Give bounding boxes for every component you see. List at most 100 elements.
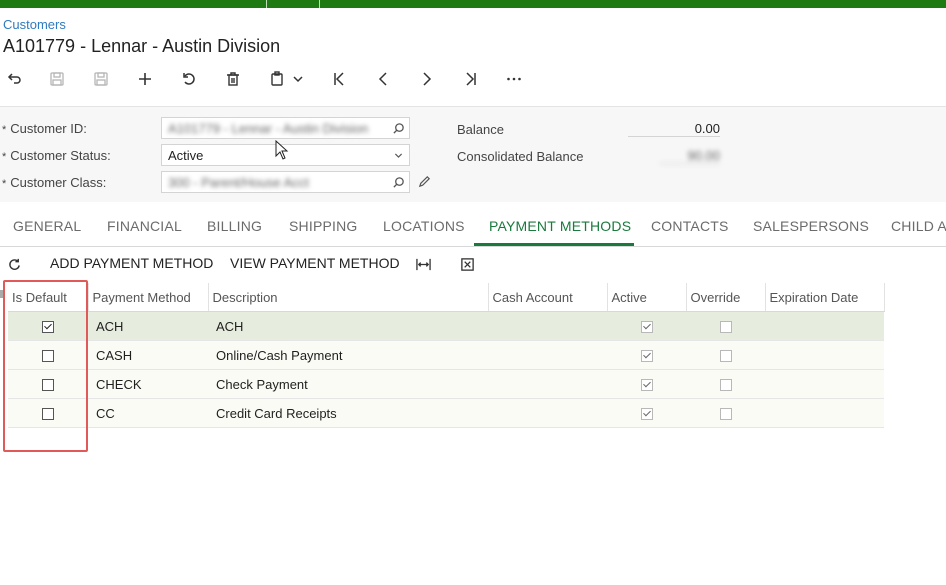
more-icon[interactable]	[501, 66, 527, 92]
override-checkbox[interactable]	[719, 379, 732, 392]
cash-account-cell[interactable]	[488, 311, 607, 341]
expiration-date-cell[interactable]	[765, 369, 884, 399]
is-default-checkbox[interactable]	[42, 321, 54, 334]
export-excel-icon[interactable]	[457, 254, 477, 274]
copy-paste-icon[interactable]	[264, 66, 290, 92]
top-header-bar	[0, 0, 946, 8]
expiration-date-cell[interactable]	[765, 398, 884, 428]
add-payment-method-button[interactable]: ADD PAYMENT METHOD	[50, 255, 213, 271]
prev-record-icon[interactable]	[370, 66, 396, 92]
expiration-date-cell[interactable]	[765, 311, 884, 341]
description-cell[interactable]: ACH	[208, 311, 488, 341]
is-default-checkbox[interactable]	[42, 350, 54, 363]
row-selector-marker	[0, 290, 3, 298]
cash-account-cell[interactable]	[488, 369, 607, 399]
refresh-icon[interactable]	[4, 254, 24, 274]
customer-class-field[interactable]: 300 - Parent/House Acct	[161, 171, 410, 193]
description-cell[interactable]: Credit Card Receipts	[208, 398, 488, 428]
grid-toolbar: ADD PAYMENT METHOD VIEW PAYMENT METHOD	[0, 248, 946, 282]
is-default-checkbox[interactable]	[42, 379, 54, 392]
column-header-active[interactable]: Active	[607, 283, 687, 312]
consolidated-balance-label: Consolidated Balance	[457, 149, 584, 164]
column-header-payment-method[interactable]: Payment Method	[88, 283, 209, 312]
active-checkbox[interactable]	[640, 350, 653, 363]
table-row[interactable]: CHECK Check Payment	[8, 369, 884, 399]
first-record-icon[interactable]	[326, 66, 352, 92]
fit-columns-icon[interactable]	[413, 254, 433, 274]
cash-account-cell[interactable]	[488, 398, 607, 428]
save-icon[interactable]	[44, 66, 70, 92]
column-header-expiration-date[interactable]: Expiration Date	[765, 283, 885, 312]
payment-methods-grid: Is Default Payment Method Description Ca…	[8, 283, 885, 428]
payment-method-cell[interactable]: CASH	[88, 340, 208, 370]
next-record-icon[interactable]	[414, 66, 440, 92]
tab-financial[interactable]: FINANCIAL	[107, 218, 182, 234]
column-header-override[interactable]: Override	[686, 283, 766, 312]
column-header-is-default[interactable]: Is Default	[8, 283, 89, 312]
mouse-cursor-icon	[275, 139, 289, 163]
is-default-checkbox[interactable]	[42, 408, 54, 421]
column-header-description[interactable]: Description	[208, 283, 489, 312]
customer-summary-form: * Customer ID: A101779 - Lennar - Austin …	[0, 106, 946, 202]
active-cell	[607, 311, 686, 341]
table-row[interactable]: CC Credit Card Receipts	[8, 398, 884, 428]
chevron-down-icon[interactable]	[389, 146, 407, 164]
tab-payment-methods[interactable]: PAYMENT METHODS	[489, 218, 631, 234]
customer-class-label: * Customer Class:	[2, 175, 107, 190]
tab-salespersons[interactable]: SALESPERSONS	[753, 218, 869, 234]
payment-method-cell[interactable]: ACH	[88, 311, 208, 341]
save-close-icon[interactable]	[88, 66, 114, 92]
payment-method-cell[interactable]: CC	[88, 398, 208, 428]
tab-shipping[interactable]: SHIPPING	[289, 218, 358, 234]
tab-locations[interactable]: LOCATIONS	[383, 218, 465, 234]
is-default-cell	[8, 398, 88, 428]
customer-id-field[interactable]: A101779 - Lennar - Austin Division	[161, 117, 410, 139]
consolidated-balance-value: 90.00	[660, 148, 720, 164]
grid-header-row: Is Default Payment Method Description Ca…	[8, 283, 885, 312]
tab-child-accounts[interactable]: CHILD AC	[891, 218, 946, 234]
override-cell	[686, 369, 765, 399]
tab-billing[interactable]: BILLING	[207, 218, 262, 234]
override-checkbox[interactable]	[719, 408, 732, 421]
payment-method-cell[interactable]: CHECK	[88, 369, 208, 399]
view-payment-method-button[interactable]: VIEW PAYMENT METHOD	[230, 255, 400, 271]
header-divider	[319, 0, 320, 8]
search-icon[interactable]	[389, 173, 407, 191]
active-checkbox[interactable]	[640, 408, 653, 421]
tab-strip: GENERAL FINANCIAL BILLING SHIPPING LOCAT…	[0, 212, 946, 247]
header-divider	[266, 0, 267, 8]
breadcrumb-customers[interactable]: Customers	[3, 17, 66, 32]
is-default-cell	[8, 340, 88, 370]
active-cell	[607, 369, 686, 399]
cash-account-cell[interactable]	[488, 340, 607, 370]
table-row[interactable]: CASH Online/Cash Payment	[8, 340, 884, 370]
override-checkbox[interactable]	[719, 350, 732, 363]
table-row[interactable]: ACH ACH	[8, 311, 884, 341]
tab-contacts[interactable]: CONTACTS	[651, 218, 729, 234]
active-tab-indicator	[474, 243, 634, 246]
tab-general[interactable]: GENERAL	[13, 218, 81, 234]
customer-status-value: Active	[168, 148, 204, 163]
expiration-date-cell[interactable]	[765, 340, 884, 370]
cancel-icon[interactable]	[176, 66, 202, 92]
customer-id-value: A101779 - Lennar - Austin Division	[168, 121, 369, 136]
customer-status-label: * Customer Status:	[2, 148, 111, 163]
description-cell[interactable]: Check Payment	[208, 369, 488, 399]
delete-icon[interactable]	[220, 66, 246, 92]
chevron-down-icon[interactable]	[288, 66, 308, 92]
description-cell[interactable]: Online/Cash Payment	[208, 340, 488, 370]
last-record-icon[interactable]	[458, 66, 484, 92]
add-icon[interactable]	[132, 66, 158, 92]
override-cell	[686, 398, 765, 428]
is-default-cell	[8, 369, 88, 399]
edit-pencil-icon[interactable]	[417, 174, 433, 190]
active-checkbox[interactable]	[640, 379, 653, 392]
undo-back-icon[interactable]	[1, 66, 27, 92]
override-checkbox[interactable]	[719, 321, 732, 334]
active-cell	[607, 398, 686, 428]
active-checkbox[interactable]	[640, 321, 653, 334]
column-header-cash-account[interactable]: Cash Account	[488, 283, 608, 312]
override-cell	[686, 340, 765, 370]
balance-label: Balance	[457, 122, 504, 137]
search-icon[interactable]	[389, 119, 407, 137]
